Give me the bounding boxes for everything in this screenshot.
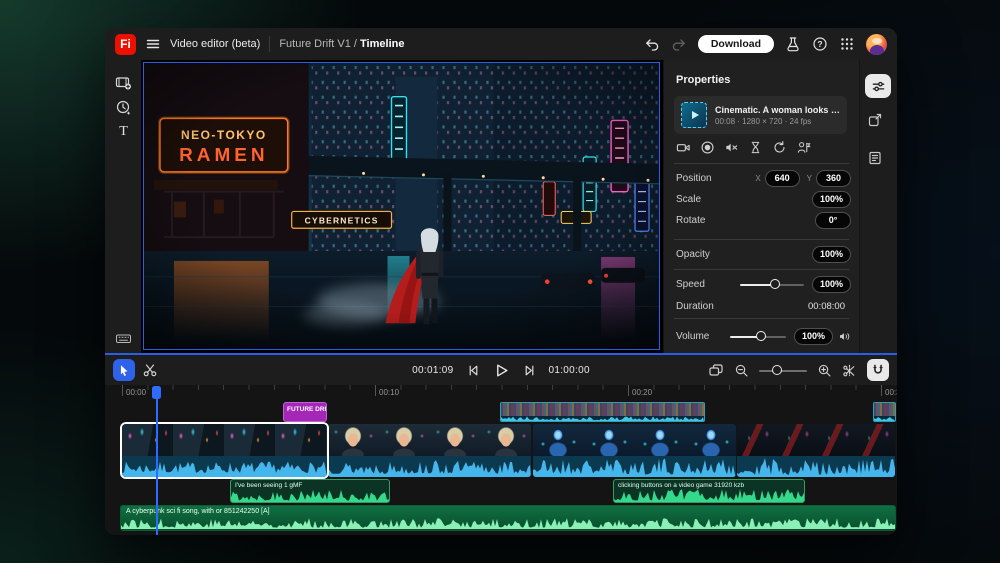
text-clip-future-drift[interactable]: FUTURE DRI (283, 402, 327, 422)
divider (674, 163, 849, 164)
help-icon[interactable]: ? (812, 36, 828, 52)
notes-panel-icon[interactable] (867, 150, 883, 166)
refresh-icon[interactable] (772, 140, 787, 155)
music-clip[interactable]: A cyberpunk sci fi song, with or 8512422… (120, 505, 896, 531)
play-button[interactable] (493, 362, 510, 379)
download-button[interactable]: Download (698, 35, 774, 54)
step-forward-icon[interactable] (522, 363, 537, 378)
avatar[interactable] (866, 34, 887, 55)
properties-title: Properties (676, 74, 730, 86)
current-timecode: 00:01:09 (412, 365, 453, 376)
add-media-icon[interactable] (115, 74, 132, 91)
opacity-row: Opacity 100% (676, 245, 851, 263)
scale-input[interactable]: 100% (812, 191, 851, 208)
volume-slider[interactable] (730, 331, 786, 342)
playhead-handle[interactable] (152, 386, 161, 399)
filmstrip-clip-small[interactable] (873, 402, 896, 422)
duration-row: Duration 00:08:00 (676, 297, 851, 315)
snapping-magnet-button[interactable] (867, 359, 889, 381)
svg-text:T: T (119, 124, 128, 139)
stop-record-icon[interactable] (700, 140, 715, 155)
properties-tab-button[interactable] (865, 74, 891, 98)
app-title: Video editor (beta) (170, 38, 260, 50)
camera-icon[interactable] (676, 140, 691, 155)
audio-clip-1[interactable]: I've been seeing 1 gMF (230, 479, 390, 503)
opacity-input[interactable]: 100% (812, 246, 851, 263)
divider (674, 269, 849, 270)
breadcrumb[interactable]: Future Drift V1 / Timeline (279, 38, 404, 50)
position-x-input[interactable]: 640 (765, 170, 800, 187)
clip-name: Cinematic. A woman looks a... v.ffgenvid (715, 105, 840, 115)
speed-row: Speed 100% (676, 275, 851, 293)
keyboard-shortcuts-icon[interactable] (115, 330, 132, 347)
total-timecode: 01:00:00 (549, 365, 590, 376)
video-clip-woman[interactable] (328, 424, 531, 477)
speed-slider[interactable] (740, 279, 804, 290)
divider (674, 239, 849, 240)
top-bar: Fi Video editor (beta) Future Drift V1 /… (105, 28, 897, 60)
content-area: T (105, 60, 897, 353)
scale-row: Scale 100% (676, 190, 851, 208)
filmstrip-clip[interactable] (500, 402, 705, 422)
topbar-divider (269, 36, 270, 52)
playhead-line[interactable] (156, 386, 158, 535)
video-clip-dark[interactable] (737, 424, 895, 477)
volume-input[interactable]: 100% (794, 328, 833, 345)
video-clip-robot[interactable] (533, 424, 736, 477)
speaker-icon[interactable] (838, 330, 851, 343)
beaker-icon[interactable] (785, 36, 801, 52)
video-scene: NEO-TOKYO RAMEN CYBERNETICS (144, 63, 659, 349)
speed-input[interactable]: 100% (812, 276, 851, 293)
properties-panel: Properties Cinematic. A woman looks a...… (663, 60, 859, 353)
position-row: Position X 640 Y 360 (676, 169, 851, 187)
rotate-input[interactable]: 0° (815, 212, 851, 229)
apps-grid-icon[interactable] (839, 36, 855, 52)
video-clip-city[interactable] (122, 424, 327, 477)
hamburger-menu-icon[interactable] (145, 36, 161, 52)
divider (674, 318, 849, 319)
clip-card[interactable]: Cinematic. A woman looks a... v.ffgenvid… (674, 96, 847, 134)
text-tool-icon[interactable]: T (115, 122, 132, 139)
right-tool-rail (859, 60, 897, 353)
timeline-ruler[interactable]: 00:00 00:10 00:20 00:30 (122, 385, 897, 400)
export-frame-icon[interactable] (867, 112, 883, 128)
undo-icon[interactable] (644, 36, 660, 52)
ruler-tick: 00:30 (885, 388, 897, 397)
volume-row: Volume 100% (676, 327, 851, 345)
firefly-logo[interactable]: Fi (115, 34, 136, 55)
audio-clip-2[interactable]: clicking buttons on a video game 31920 k… (613, 479, 805, 503)
redo-icon[interactable] (671, 36, 687, 52)
svg-text:?: ? (817, 39, 822, 49)
timeline-toolbar: 00:01:09 01:00:00 (105, 353, 897, 385)
preview-canvas[interactable]: NEO-TOKYO RAMEN CYBERNETICS (141, 60, 663, 353)
duration-value: 00:08:00 (808, 301, 845, 312)
position-y-input[interactable]: 360 (816, 170, 851, 187)
zoom-out-icon[interactable] (734, 363, 749, 378)
split-clip-icon[interactable] (842, 363, 857, 378)
clip-action-row (676, 140, 811, 155)
ruler-tick: 00:10 (379, 388, 399, 397)
ruler-tick: 00:20 (632, 388, 652, 397)
ruler-tick: 00:00 (126, 388, 146, 397)
hourglass-icon[interactable] (748, 140, 763, 155)
step-back-icon[interactable] (466, 363, 481, 378)
video-frame-selection[interactable]: NEO-TOKYO RAMEN CYBERNETICS (143, 62, 660, 350)
timeline-zoom-slider[interactable] (759, 365, 807, 376)
zoom-in-icon[interactable] (817, 363, 832, 378)
timeline-panel: 00:00 00:10 00:20 00:30 FUTURE DRI (105, 385, 897, 535)
person-flag-icon[interactable] (796, 140, 811, 155)
clip-play-icon (681, 102, 707, 128)
history-clock-icon[interactable] (115, 99, 132, 116)
app-window: Fi Video editor (beta) Future Drift V1 /… (105, 28, 897, 535)
clip-meta: 00:08 · 1280 × 720 · 24 fps (715, 117, 840, 126)
fit-timeline-icon[interactable] (708, 362, 724, 378)
left-tool-rail: T (105, 60, 141, 353)
audio-mute-icon[interactable] (724, 140, 739, 155)
rotate-row: Rotate 0° (676, 211, 851, 229)
